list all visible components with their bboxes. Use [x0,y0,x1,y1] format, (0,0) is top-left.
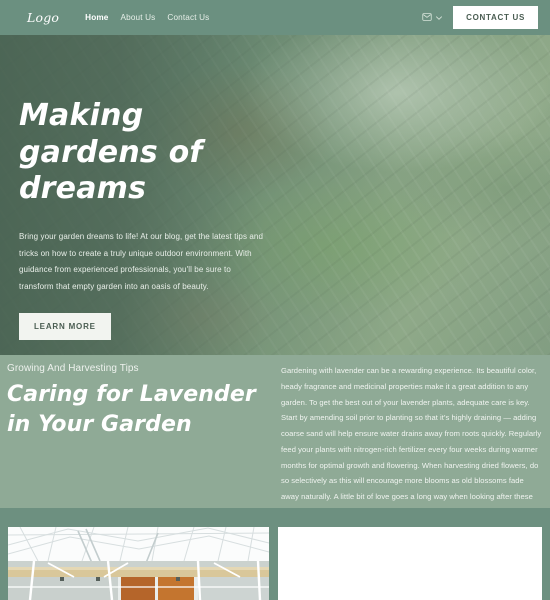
language-selector[interactable] [422,9,443,27]
article-title: Caring for Lavender in Your Garden [7,382,256,438]
article-section: Growing And Harvesting Tips Caring for L… [0,355,550,517]
gallery-section [0,508,550,600]
article-eyebrow: Growing And Harvesting Tips [7,363,139,374]
hero-section: Making gardens of dreams Bring your gard… [0,35,550,355]
hero-content: Making gardens of dreams Bring your gard… [19,98,281,340]
header-actions: CONTACT US [422,6,538,29]
nav-item-contact-us[interactable]: Contact Us [167,13,209,22]
hero-paragraph: Bring your garden dreams to life! At our… [19,231,264,292]
hero-title: Making gardens of dreams [19,98,203,207]
article-heading-group: Growing And Harvesting Tips Caring for L… [7,363,275,441]
globe-icon [422,9,432,27]
logo[interactable]: Logo [27,10,59,25]
main-navigation: Home About Us Contact Us [85,13,209,22]
contact-us-button[interactable]: CONTACT US [453,6,538,29]
site-header: Logo Home About Us Contact Us CONTACT US [0,0,550,35]
white-content-card[interactable] [278,527,542,600]
greenhouse-image[interactable] [8,527,269,600]
page-root: Logo Home About Us Contact Us CONTACT US… [0,0,550,600]
nav-item-about-us[interactable]: About Us [121,13,156,22]
chevron-down-icon [435,9,443,27]
article-body-text: Gardening with lavender can be a rewardi… [281,366,542,517]
learn-more-button[interactable]: LEARN MORE [19,312,111,340]
nav-item-home[interactable]: Home [85,13,108,22]
